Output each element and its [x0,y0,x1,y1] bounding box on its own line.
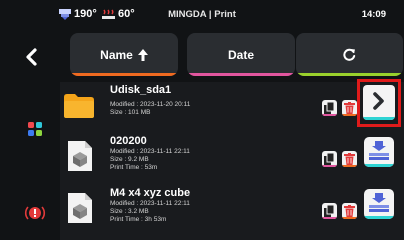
alert-icon[interactable] [24,202,46,224]
delete-underline [342,165,357,167]
print-file-icon [369,141,389,160]
nozzle-temp-indicator: 190° [59,8,97,20]
copy-underline [322,217,337,219]
nozzle-temp: 190° [74,8,97,20]
date-accent-bar [187,73,295,76]
print-underline [364,216,394,219]
trash-icon [344,205,355,217]
file-name: 020200 [110,135,147,147]
file-list-item[interactable]: M4 x4 xyz cube Modified : 2023-11-11 22:… [60,185,404,232]
print-button[interactable] [364,137,394,167]
delete-button[interactable] [342,203,357,219]
refresh-accent-bar [296,73,403,76]
copy-button[interactable] [322,151,337,167]
status-bar: 190° 60° MINGDA | Print 14:09 [0,0,404,30]
file-name: M4 x4 xyz cube [110,187,191,199]
copy-underline [322,165,337,167]
file-list-item[interactable]: 020200 Modified : 2023-11-11 22:11 Size … [60,133,404,180]
delete-button[interactable] [342,100,357,116]
file-list-item[interactable]: Udisk_sda1 Modified : 2023-11-20 20:11 S… [60,82,404,129]
copy-button[interactable] [322,100,337,116]
sort-date-label: Date [227,47,254,62]
refresh-button[interactable] [296,33,403,76]
sort-by-name-button[interactable]: Name [70,33,178,76]
copy-icon [324,205,335,217]
bed-temp-indicator: 60° [102,8,135,20]
clock: 14:09 [361,9,386,20]
print-button[interactable] [364,189,394,219]
file-print-time: Print Time : 3h 53m [110,216,167,223]
delete-button[interactable] [342,151,357,167]
delete-underline [342,217,357,219]
print-underline [364,164,394,167]
copy-icon [324,153,335,165]
copy-icon [324,102,335,114]
printer-screen: 190° 60° MINGDA | Print 14:09 Name Date … [0,0,404,240]
refresh-icon [343,48,356,61]
arrow-up-icon [137,48,148,61]
copy-button[interactable] [322,203,337,219]
apps-icon[interactable] [28,122,42,136]
back-arrow-icon[interactable] [24,47,40,67]
sort-name-label: Name [100,47,133,62]
trash-icon [344,153,355,165]
bed-temp: 60° [118,8,135,20]
model-file-icon [68,193,92,223]
copy-underline [322,114,337,116]
file-size: Size : 101 MB [110,109,151,116]
name-accent-bar [70,73,178,76]
trash-icon [344,102,355,114]
delete-underline [342,114,357,116]
nozzle-icon [59,8,71,20]
file-list: Udisk_sda1 Modified : 2023-11-20 20:11 S… [60,82,404,240]
heated-bed-icon [102,9,115,19]
sort-by-date-button[interactable]: Date [187,33,295,76]
folder-icon [64,94,94,118]
print-file-icon [369,193,389,212]
highlight-box [357,79,401,127]
file-print-time: Print Time : 53m [110,164,158,171]
file-name: Udisk_sda1 [110,84,172,96]
model-file-icon [68,141,92,171]
